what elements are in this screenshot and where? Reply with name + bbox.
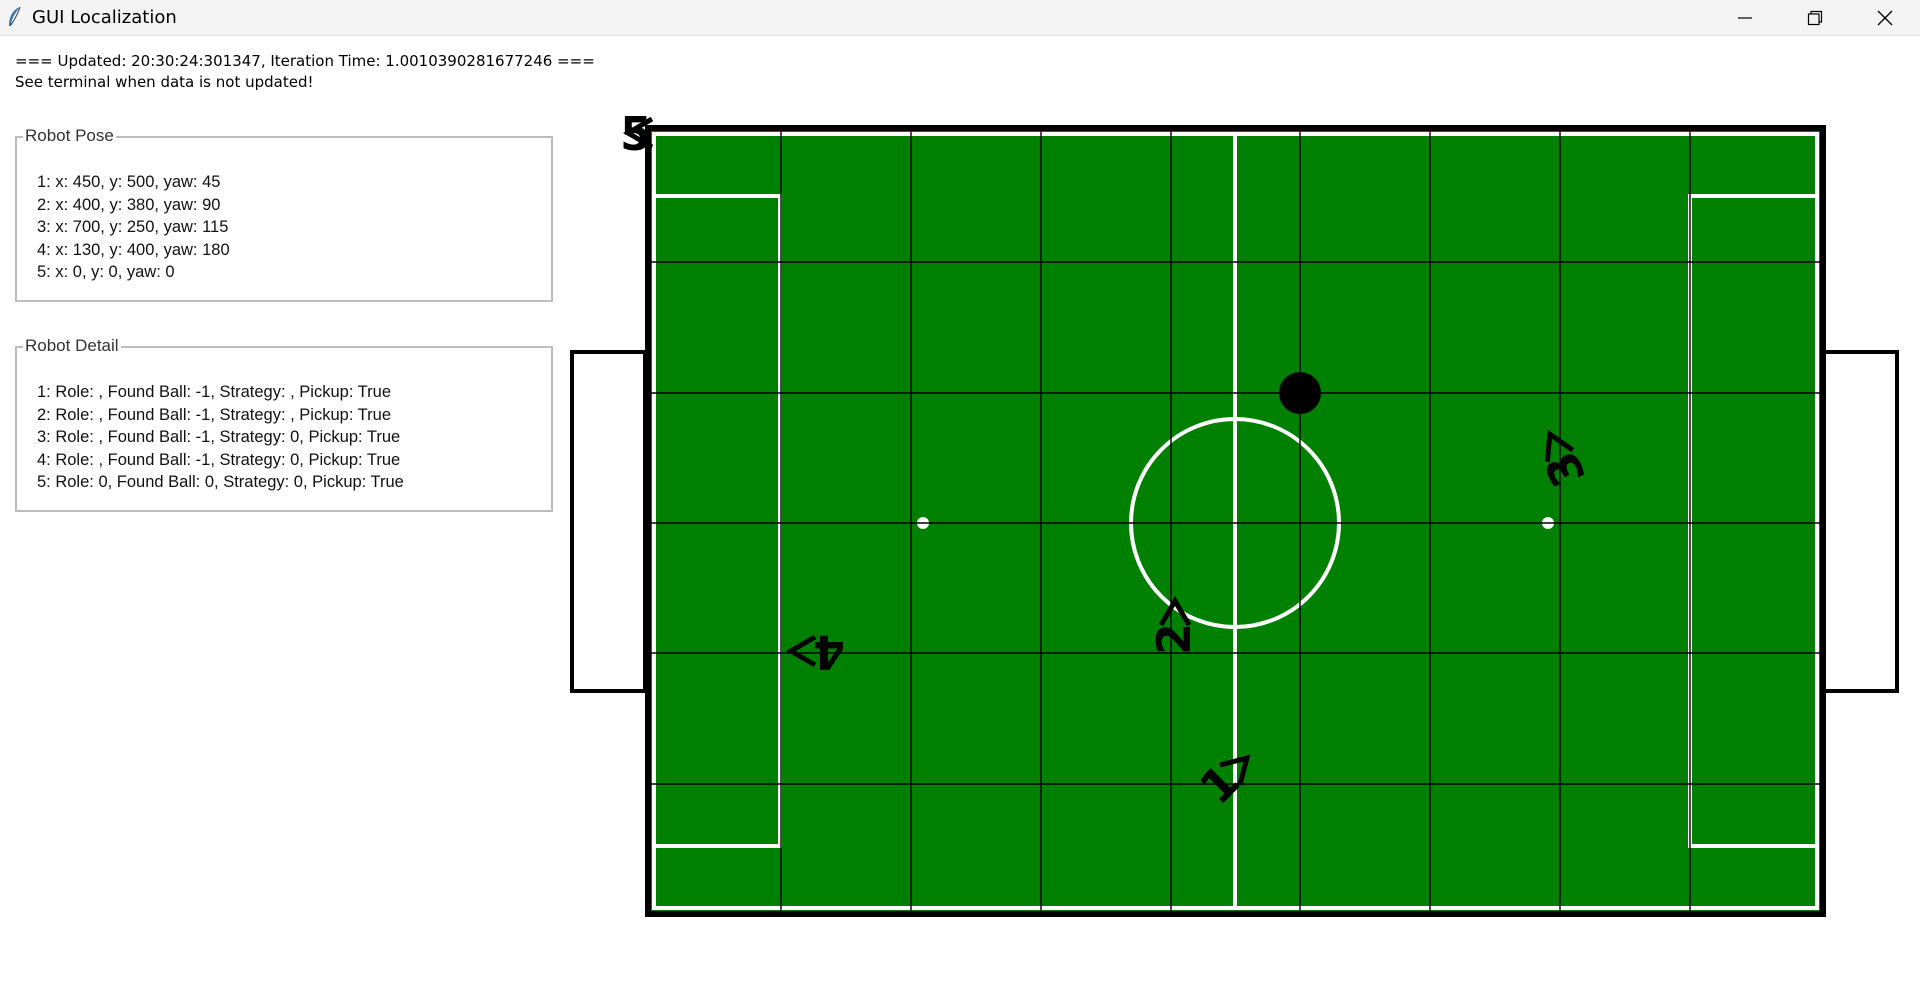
right-goal [1822,350,1899,693]
robot-4-label: 4 [813,625,845,679]
left-goal [570,350,647,693]
robot-2-label: 2 [1147,623,1201,655]
field-canvas[interactable]: 1 2 3 4 5 [0,0,1920,994]
robot-5-label: 5 [620,107,652,161]
ball [1279,372,1321,414]
